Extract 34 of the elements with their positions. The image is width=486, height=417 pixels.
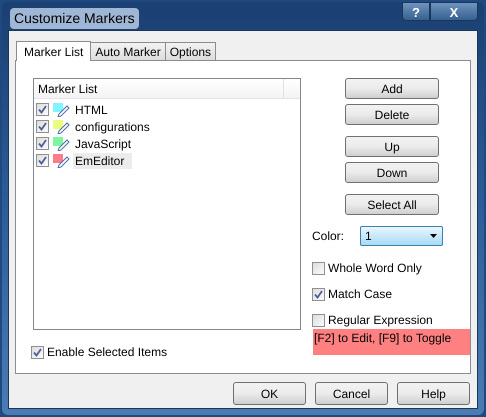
marker-name[interactable]: EmEditor: [73, 152, 132, 168]
button[interactable]: Select All: [345, 194, 439, 215]
dropdown-arrow-icon: [430, 234, 437, 238]
checkbox[interactable]: [36, 120, 49, 133]
marker-name[interactable]: configurations: [73, 118, 152, 134]
enable-selected-label[interactable]: Enable Selected Items: [47, 343, 168, 361]
marker-name[interactable]: HTML: [73, 102, 110, 118]
option-label[interactable]: Whole Word Only: [328, 259, 422, 277]
color-label: Color:: [312, 228, 346, 245]
checkbox[interactable]: [36, 103, 49, 116]
checkbox[interactable]: [312, 314, 325, 326]
tab[interactable]: Marker List: [16, 41, 92, 61]
checkbox[interactable]: [36, 137, 49, 150]
checkbox[interactable]: [31, 346, 44, 358]
checkbox[interactable]: [36, 154, 49, 167]
hint-banner: [F2] to Edit, [F9] to Toggle: [313, 329, 470, 355]
checkbox[interactable]: [312, 262, 325, 274]
color-dropdown[interactable]: 1: [360, 226, 443, 246]
marker-name[interactable]: JavaScript: [73, 136, 134, 152]
close-button[interactable]: X: [430, 2, 478, 21]
tab[interactable]: Auto Marker: [90, 42, 166, 60]
button[interactable]: Help: [397, 382, 470, 405]
checkbox[interactable]: [312, 288, 325, 300]
window-title: Customize Markers: [10, 8, 139, 29]
option-label[interactable]: Regular Expression: [328, 311, 433, 329]
button[interactable]: Add: [345, 78, 439, 99]
button[interactable]: Delete: [345, 104, 439, 125]
help-button[interactable]: ?: [402, 2, 430, 21]
tab[interactable]: Options: [164, 42, 216, 60]
button[interactable]: Down: [345, 162, 439, 183]
option-label[interactable]: Match Case: [328, 285, 392, 303]
button[interactable]: Up: [345, 136, 439, 157]
button[interactable]: OK: [233, 382, 306, 405]
button[interactable]: Cancel: [315, 382, 388, 405]
